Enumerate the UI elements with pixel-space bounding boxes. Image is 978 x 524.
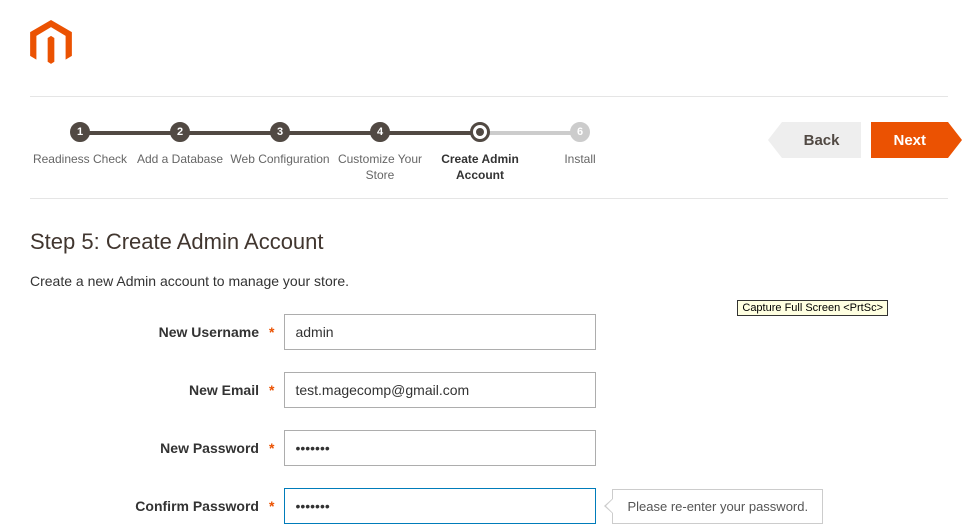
step-number: 6 <box>570 122 590 142</box>
step-label: Web Configuration <box>230 152 329 168</box>
page-title: Step 5: Create Admin Account <box>30 229 948 255</box>
password-label: New Password <box>30 440 265 456</box>
step-label: Add a Database <box>137 152 223 168</box>
confirm-password-hint: Please re-enter your password. <box>612 489 823 524</box>
magento-icon <box>30 20 72 68</box>
required-mark: * <box>269 324 274 340</box>
required-mark: * <box>269 498 274 514</box>
step-label: Customize Your Store <box>330 152 430 183</box>
back-button[interactable]: Back <box>782 122 862 158</box>
step-label: Install <box>564 152 595 168</box>
step-number: 4 <box>370 122 390 142</box>
progress-steps: 1 Readiness Check 2 Add a Database 3 Web… <box>30 122 782 183</box>
capture-tooltip: Capture Full Screen <PrtSc> <box>737 300 888 316</box>
next-button[interactable]: Next <box>871 122 948 158</box>
step-number <box>470 122 490 142</box>
required-mark: * <box>269 440 274 456</box>
step-web-configuration[interactable]: 3 Web Configuration <box>230 122 330 168</box>
divider <box>30 198 948 199</box>
step-label: Create Admin Account <box>430 152 530 183</box>
required-mark: * <box>269 382 274 398</box>
magento-logo <box>30 20 948 71</box>
step-readiness-check[interactable]: 1 Readiness Check <box>30 122 130 168</box>
page-subtitle: Create a new Admin account to manage you… <box>30 273 948 289</box>
step-label: Readiness Check <box>33 152 127 168</box>
email-label: New Email <box>30 382 265 398</box>
username-input[interactable] <box>284 314 596 350</box>
username-label: New Username <box>30 324 265 340</box>
confirm-password-input[interactable] <box>284 488 596 524</box>
step-add-database[interactable]: 2 Add a Database <box>130 122 230 168</box>
step-install[interactable]: 6 Install <box>530 122 630 168</box>
step-number: 1 <box>70 122 90 142</box>
email-input[interactable] <box>284 372 596 408</box>
step-number: 3 <box>270 122 290 142</box>
step-number: 2 <box>170 122 190 142</box>
confirm-password-label: Confirm Password <box>30 498 265 514</box>
password-input[interactable] <box>284 430 596 466</box>
